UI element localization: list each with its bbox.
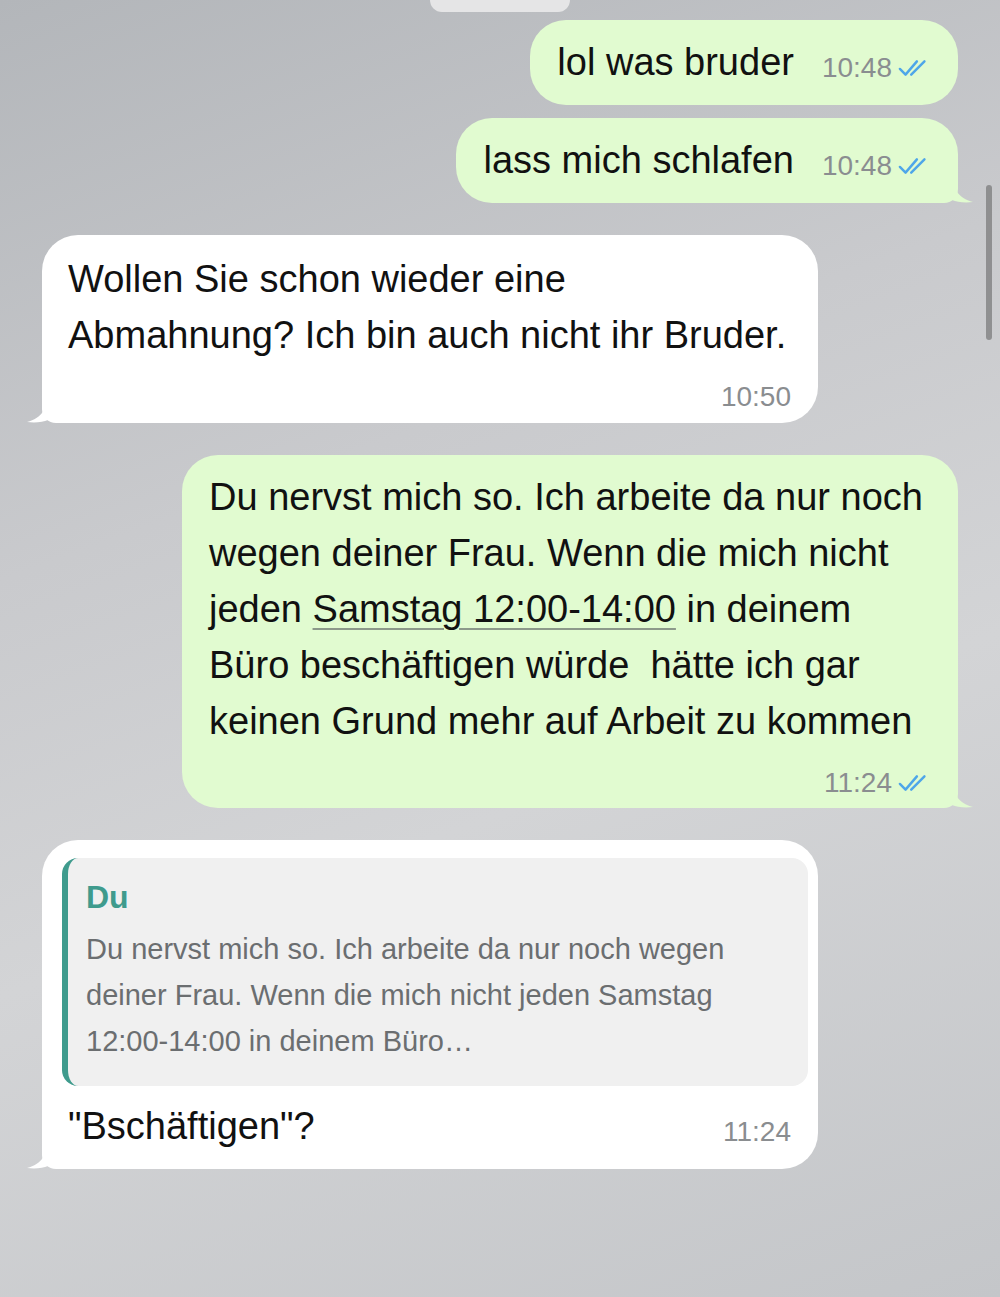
- date-link[interactable]: Samstag 12:00-14:00: [313, 588, 676, 630]
- message-bubble[interactable]: Du Du nervst mich so. Ich arbeite da nur …: [42, 840, 818, 1169]
- message-text: Wollen Sie schon wieder eine Abmahnung? …: [68, 258, 786, 356]
- text-run: "Bschäftigen"?: [68, 1105, 315, 1147]
- message-text: lol was bruder: [557, 41, 794, 83]
- chat-screen: lol was bruder 10:48 lass mich schlafen 10:…: [0, 0, 1000, 1297]
- message-meta: 10:48: [822, 46, 932, 90]
- message-time: 10:48: [822, 144, 892, 188]
- message-time: 11:24: [723, 1110, 791, 1154]
- message-row: lol was bruder 10:48: [0, 20, 1000, 105]
- message-row: Wollen Sie schon wieder eine Abmahnung? …: [0, 235, 1000, 423]
- message-row: Du Du nervst mich so. Ich arbeite da nur …: [0, 840, 1000, 1169]
- message-bubble[interactable]: Du nervst mich so. Ich arbeite da nur no…: [182, 455, 958, 808]
- message-bubble[interactable]: lol was bruder 10:48: [530, 20, 958, 105]
- date-chip: [430, 0, 570, 12]
- message-bubble[interactable]: lass mich schlafen 10:48: [456, 118, 958, 203]
- message-body: Du nervst mich so. Ich arbeite da nur no…: [209, 469, 932, 793]
- quoted-message[interactable]: Du Du nervst mich so. Ich arbeite da nur …: [62, 858, 808, 1086]
- message-body: Wollen Sie schon wieder eine Abmahnung? …: [68, 251, 791, 407]
- message-time: 10:50: [721, 375, 791, 419]
- text-run: lol was bruder: [557, 41, 794, 83]
- message-bubble[interactable]: Wollen Sie schon wieder eine Abmahnung? …: [42, 235, 818, 423]
- bubble-tail-icon: [952, 173, 974, 203]
- quote-text: Du nervst mich so. Ich arbeite da nur no…: [86, 926, 788, 1064]
- message-body: "Bschäftigen"? 11:24: [62, 1098, 808, 1154]
- read-ticks-icon: [898, 155, 932, 177]
- bubble-tail-icon: [26, 393, 48, 423]
- message-time: 11:24: [824, 761, 892, 805]
- message-text: lass mich schlafen: [483, 139, 793, 181]
- message-body: lass mich schlafen 10:48: [483, 132, 932, 188]
- read-ticks-icon: [898, 57, 932, 79]
- message-meta: 10:50: [721, 375, 791, 419]
- read-ticks-icon: [898, 772, 932, 794]
- message-body: lol was bruder 10:48: [557, 34, 932, 90]
- scrollbar[interactable]: [986, 185, 992, 340]
- message-row: lass mich schlafen 10:48: [0, 118, 1000, 203]
- message-meta: 10:48: [822, 144, 932, 188]
- bubble-tail-icon: [26, 1139, 48, 1169]
- bubble-tail-icon: [952, 778, 974, 808]
- text-run: lass mich schlafen: [483, 139, 793, 181]
- message-row: Du nervst mich so. Ich arbeite da nur no…: [0, 455, 1000, 808]
- message-text: "Bschäftigen"?: [68, 1105, 315, 1147]
- message-meta: 11:24: [824, 761, 932, 805]
- message-list: lol was bruder 10:48 lass mich schlafen 10:…: [0, 12, 1000, 1169]
- message-meta: 11:24: [723, 1110, 791, 1154]
- message-text: Du nervst mich so. Ich arbeite da nur no…: [209, 476, 933, 742]
- text-run: Wollen Sie schon wieder eine Abmahnung? …: [68, 258, 786, 356]
- quote-author: Du: [86, 876, 788, 918]
- message-time: 10:48: [822, 46, 892, 90]
